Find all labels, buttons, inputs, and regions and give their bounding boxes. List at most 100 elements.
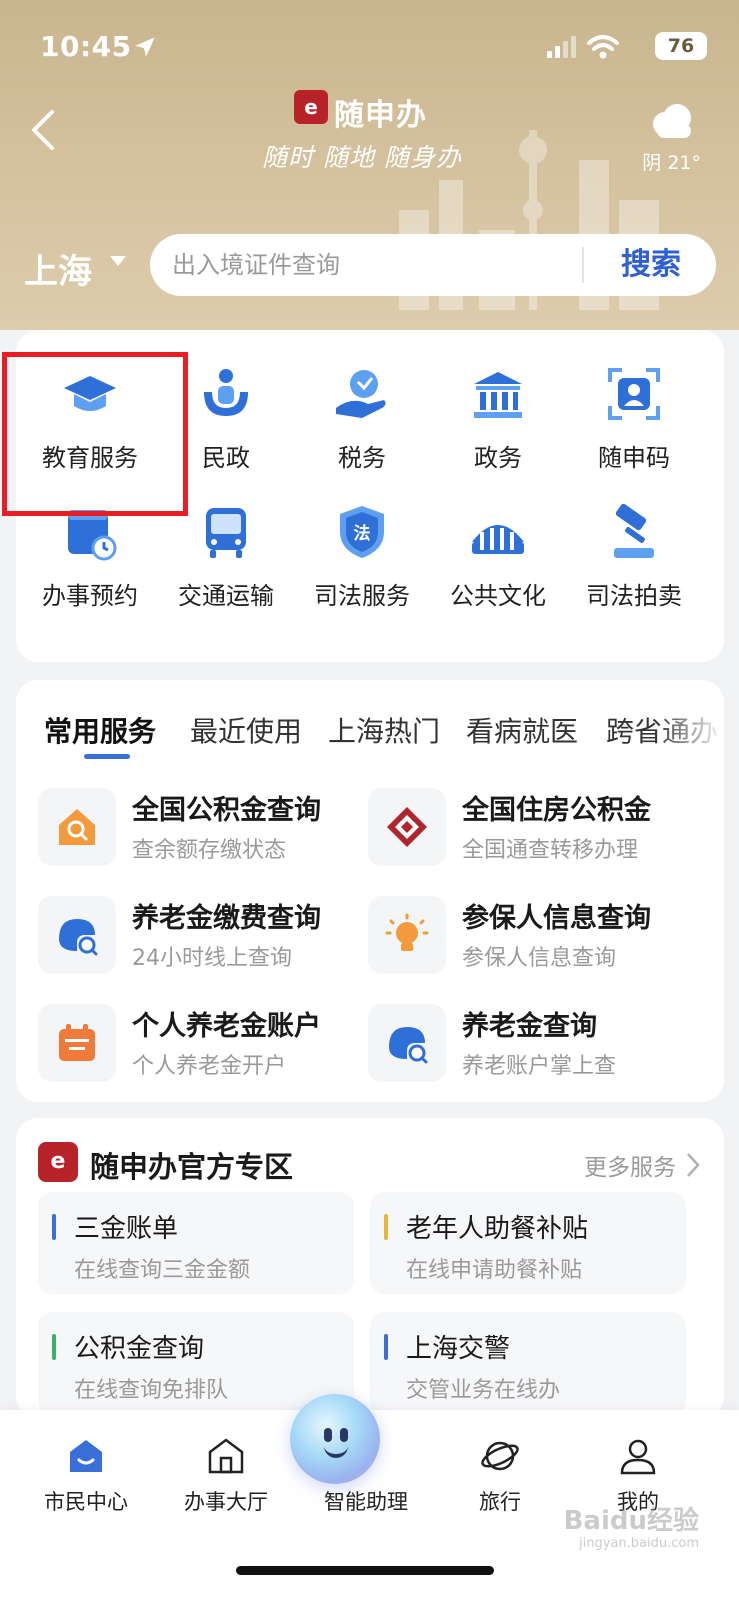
grid-label: 交通运输: [178, 582, 274, 610]
service-item[interactable]: 参保人信息查询 参保人信息查询: [368, 892, 688, 978]
lightbulb-icon: [385, 913, 429, 951]
grid-label: 税务: [338, 444, 386, 472]
grid-label: 政务: [474, 444, 522, 472]
zone-item-subtitle: 在线查询三金金额: [74, 1258, 251, 1283]
service-item[interactable]: 全国住房公积金 全国通查转移办理: [368, 784, 688, 870]
tab-label: 市民中心: [44, 1490, 128, 1514]
cellular-signal-icon: [547, 36, 576, 58]
service-icon-box: [38, 788, 116, 866]
baidu-watermark-url: jingyan.baidu.com: [579, 1536, 699, 1551]
citizen-center-icon: [70, 1440, 102, 1472]
service-title: 个人养老金账户: [132, 1011, 321, 1042]
grid-item-public-culture[interactable]: 公共文化: [428, 480, 568, 610]
search-bar[interactable]: 搜索: [150, 234, 716, 296]
search-input[interactable]: [172, 234, 552, 296]
pension-search-icon: [389, 1027, 428, 1064]
back-chevron-icon[interactable]: [28, 108, 58, 152]
id-code-icon: [608, 368, 660, 420]
cloud-icon: [653, 104, 691, 138]
profile-icon: [620, 1439, 656, 1475]
status-bar: 10:45 76: [40, 30, 707, 64]
zone-item[interactable]: 老年人助餐补贴 在线申请助餐补贴: [370, 1192, 686, 1294]
service-icon-box: [368, 896, 446, 974]
education-highlight-box: [2, 352, 188, 516]
zone-item-title: 老年人助餐补贴: [406, 1214, 589, 1244]
service-title: 全国公积金查询: [132, 795, 321, 826]
law-badge-text: 法: [354, 523, 371, 544]
service-item[interactable]: 养老金缴费查询 24小时线上查询: [38, 892, 358, 978]
zone-item-title: 三金账单: [74, 1214, 179, 1244]
service-title: 全国住房公积金: [462, 795, 651, 826]
tab-recently-used[interactable]: 最近使用: [190, 710, 302, 750]
tab-label: 办事大厅: [184, 1490, 268, 1514]
zone-item[interactable]: 公积金查询 在线查询免排队: [38, 1312, 354, 1414]
caret-down-icon[interactable]: [110, 256, 126, 266]
stadium-icon: [472, 525, 524, 554]
service-subtitle: 养老账户掌上查: [462, 1054, 617, 1079]
location-arrow-icon: [135, 37, 155, 57]
app-logo-badge-icon: e: [294, 90, 328, 124]
tab-medical[interactable]: 看病就医: [466, 710, 578, 750]
more-services-link[interactable]: 更多服务: [584, 1148, 676, 1182]
app-title: 随申办: [334, 98, 427, 133]
zone-title: 随申办官方专区: [90, 1150, 294, 1184]
civil-affairs-icon: [204, 369, 248, 416]
app-slogan: 随时 随地 随身办: [262, 143, 462, 172]
housing-fund-logo-icon: [387, 807, 427, 847]
service-subtitle: 个人养老金开户: [132, 1054, 287, 1079]
grid-item-sui-shen-code[interactable]: 随申码: [564, 342, 704, 472]
tab-citizen-center[interactable]: 市民中心: [26, 1424, 146, 1524]
grid-label: 公共文化: [450, 582, 546, 610]
zone-item[interactable]: 三金账单 在线查询三金金额: [38, 1192, 354, 1294]
common-services-card: 常用服务 最近使用 上海热门 看病就医 跨省通办 全国公积金查询 查余额存缴状态…: [16, 680, 724, 1102]
tax-icon: [336, 370, 386, 418]
search-button[interactable]: 搜索: [596, 234, 706, 296]
zone-item-title: 上海交警: [406, 1334, 511, 1364]
government-building-icon: [474, 372, 522, 418]
service-item[interactable]: 全国公积金查询 查余额存缴状态: [38, 784, 358, 870]
service-title: 养老金缴费查询: [132, 903, 321, 934]
tab-travel[interactable]: 旅行: [440, 1424, 560, 1524]
active-tab-indicator: [84, 754, 130, 759]
gavel-icon: [614, 503, 654, 558]
status-time: 10:45: [40, 30, 132, 63]
search-divider: [582, 247, 584, 283]
battery-indicator: 76: [655, 32, 707, 60]
tab-smart-assistant[interactable]: 智能助理: [290, 1394, 426, 1524]
zone-item-accent: [384, 1214, 388, 1240]
app-logo: e 随申办: [294, 88, 444, 133]
service-item[interactable]: 个人养老金账户 个人养老金开户: [38, 1000, 358, 1086]
zone-item[interactable]: 上海交警 交管业务在线办: [370, 1312, 686, 1414]
service-subtitle: 参保人信息查询: [462, 946, 617, 971]
grid-item-judicial-auction[interactable]: 司法拍卖: [564, 480, 704, 610]
wifi-icon: [587, 35, 619, 59]
zone-logo-icon: e: [38, 1142, 78, 1182]
grid-item-government[interactable]: 政务: [428, 342, 568, 472]
pension-search-icon: [59, 919, 98, 956]
zone-item-accent: [52, 1214, 56, 1240]
assistant-orb-icon[interactable]: [290, 1394, 380, 1484]
service-icon-box: [38, 896, 116, 974]
grid-label: 办事预约: [42, 582, 138, 610]
zone-item-subtitle: 交管业务在线办: [406, 1378, 561, 1403]
orb-mouth: [324, 1446, 348, 1458]
tab-common-services[interactable]: 常用服务: [44, 710, 156, 750]
bus-icon: [206, 508, 246, 558]
service-subtitle: 全国通查转移办理: [462, 838, 639, 863]
tab-service-hall[interactable]: 办事大厅: [166, 1424, 286, 1524]
service-item[interactable]: 养老金查询 养老账户掌上查: [368, 1000, 688, 1086]
header: 10:45 76 e 随申办 随时 随地 随身办 阴 21° 上海 搜索: [0, 0, 739, 330]
law-shield-icon: 法: [340, 506, 384, 558]
service-icon-box: [368, 788, 446, 866]
service-subtitle: 查余额存缴状态: [132, 838, 287, 863]
grid-item-judicial[interactable]: 法 司法服务: [292, 480, 432, 610]
city-selector[interactable]: 上海: [24, 244, 92, 293]
grid-item-tax[interactable]: 税务: [292, 342, 432, 472]
travel-planet-icon: [481, 1441, 519, 1471]
tab-shanghai-hot[interactable]: 上海热门: [328, 710, 440, 750]
zone-item-accent: [384, 1334, 388, 1360]
grid-label: 司法拍卖: [586, 582, 682, 610]
zone-item-subtitle: 在线申请助餐补贴: [406, 1258, 583, 1283]
chevron-right-icon[interactable]: [686, 1152, 700, 1178]
official-zone-card: e 随申办官方专区 更多服务 三金账单 在线查询三金金额 老年人助餐补贴 在线申…: [16, 1118, 724, 1418]
